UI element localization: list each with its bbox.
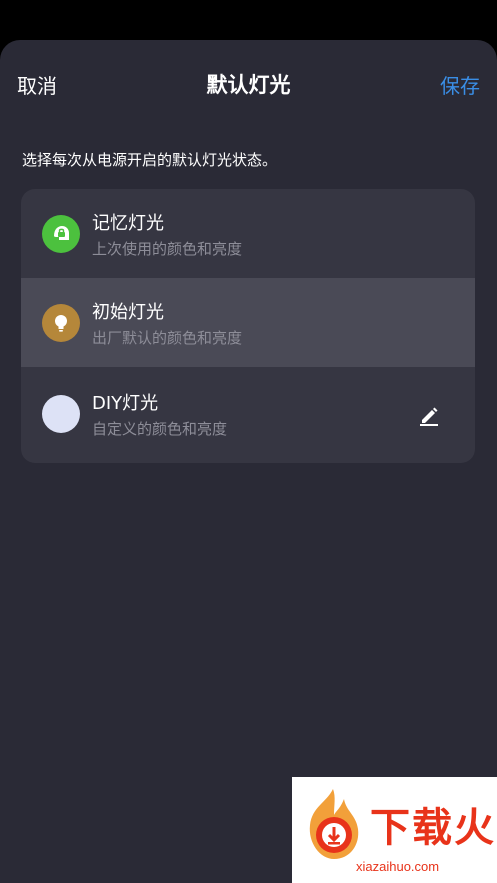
option-title: 记忆灯光	[92, 213, 164, 234]
bottom-sheet: 取消 默认灯光 保存 选择每次从电源开启的默认灯光状态。 记忆灯光 上次使用的颜…	[0, 40, 497, 883]
option-subtitle: 出厂默认的颜色和亮度	[92, 329, 243, 347]
watermark-logo: 下载火 xiazaihuo.com	[292, 777, 497, 883]
option-subtitle: 上次使用的颜色和亮度	[92, 240, 243, 258]
option-diy-light[interactable]: DIY灯光 自定义的颜色和亮度	[21, 369, 475, 458]
watermark-text: 下载火	[370, 805, 496, 851]
option-initial-light[interactable]: 初始灯光 出厂默认的颜色和亮度	[21, 278, 475, 367]
options-card: 记忆灯光 上次使用的颜色和亮度 初始灯光 出厂默认的颜色和亮度 DIY灯光 自定…	[21, 189, 475, 463]
color-swatch-icon	[42, 395, 80, 433]
option-memory-light[interactable]: 记忆灯光 上次使用的颜色和亮度	[21, 189, 475, 278]
flame-logo-icon	[309, 789, 359, 859]
edit-pencil-icon[interactable]	[417, 403, 441, 427]
option-title: 初始灯光	[92, 302, 164, 323]
save-button[interactable]: 保存	[440, 70, 480, 99]
page-title: 默认灯光	[206, 73, 291, 97]
option-subtitle: 自定义的颜色和亮度	[92, 420, 228, 438]
sheet-header: 取消 默认灯光 保存	[0, 40, 497, 124]
lightbulb-icon	[42, 304, 80, 342]
watermark-url: xiazaihuo.com	[356, 859, 440, 874]
memory-icon	[42, 215, 80, 253]
option-title: DIY灯光	[92, 393, 159, 414]
description-text: 选择每次从电源开启的默认灯光状态。	[22, 151, 278, 169]
